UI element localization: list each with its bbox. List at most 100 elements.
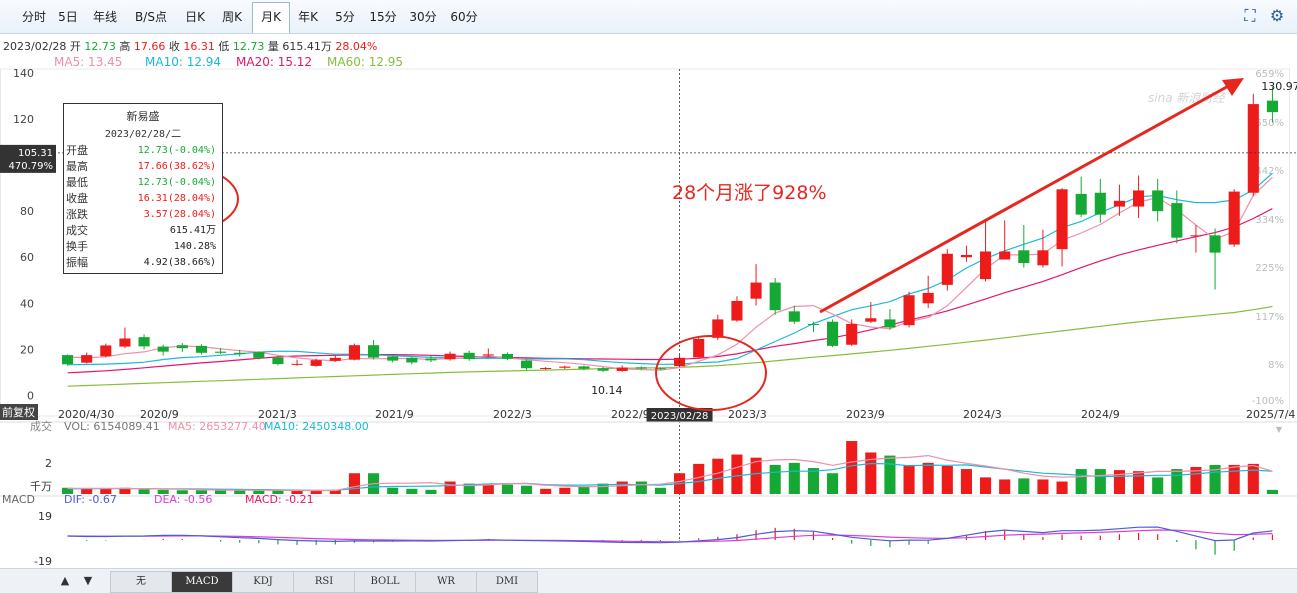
annotation-circle-start [655, 335, 767, 411]
volume-bar [215, 490, 227, 494]
volume-bar [559, 487, 571, 494]
candle-body [215, 351, 227, 353]
candle-body [578, 366, 590, 369]
volume-header-label: 成交 [30, 419, 52, 433]
macd-dif-label: DIF: -0.67 [64, 493, 117, 506]
volume-bar [578, 486, 590, 494]
ma60-line [67, 305, 1273, 387]
volume-bar [960, 469, 972, 494]
macd-dea-label: DEA: -0.56 [154, 493, 212, 506]
volume-bar [348, 473, 360, 494]
min-price-label: 10.14 [591, 384, 623, 397]
indicator-tab-4[interactable]: BOLL [354, 571, 416, 593]
candle-body [1056, 189, 1068, 250]
volume-ma5-label: MA5: 2653277.40 [168, 420, 266, 433]
macd-dif-line [67, 526, 1273, 544]
candle-body [884, 319, 896, 328]
volume-collapse-icon: ▼ [1276, 425, 1283, 434]
volume-bar [540, 488, 552, 494]
volume-bar [501, 484, 513, 494]
volume-bar [903, 464, 915, 494]
candle-body [731, 300, 743, 321]
candle-body [119, 338, 131, 347]
candle-body [348, 345, 360, 360]
ma5-line [67, 176, 1273, 371]
candle-body [999, 251, 1011, 260]
candle-body [195, 345, 207, 353]
y-tick-label: 20 [20, 343, 34, 356]
ohlc-tooltip: 新易盛 2023/02/28/二 开盘 12.73(-0.04%) 最高 17.66(… [63, 103, 223, 274]
volume-bar [138, 489, 150, 494]
nav-down-button[interactable]: ▼ [80, 572, 96, 590]
indicator-bar: ▲ ▼ 无 MACD KDJ RSI BOLL WR DMI [0, 568, 1297, 593]
indicator-tab-2[interactable]: KDJ [232, 571, 294, 593]
volume-axis-unit: 千万 [30, 480, 52, 493]
candle-body [291, 363, 303, 365]
volume-bar [788, 462, 800, 494]
pct-tick-label: 117% [1255, 312, 1284, 323]
volume-bar [980, 477, 992, 494]
indicator-tab-3[interactable]: RSI [293, 571, 355, 593]
max-price-label: 130.97 [1261, 80, 1297, 93]
volume-bar [827, 473, 839, 494]
volume-bar [1018, 478, 1030, 494]
candle-body [138, 337, 150, 347]
candle-body [903, 295, 915, 326]
candle-body [980, 251, 992, 280]
volume-bar [999, 479, 1011, 494]
candle-body [1190, 235, 1202, 237]
macd-dea-line [67, 529, 1273, 543]
tooltip-row-label: 换手 [66, 240, 88, 253]
volume-ma5-line [67, 454, 1273, 492]
pct-tick-label: 225% [1255, 263, 1284, 274]
candle-body [941, 253, 953, 285]
volume-bar [425, 489, 437, 494]
volume-bar [941, 465, 953, 494]
indicator-tab-1[interactable]: MACD [171, 571, 233, 593]
volume-bar [616, 481, 628, 494]
tooltip-row: 开盘 12.73(-0.04%) [66, 143, 218, 158]
candle-body [827, 321, 839, 346]
kline-chart[interactable]: 140120100806040200659%550%442%334%225%11… [0, 0, 1297, 592]
indicator-tab-0[interactable]: 无 [110, 571, 172, 593]
volume-bar [1266, 489, 1278, 494]
candle-body [463, 352, 475, 360]
indicator-tab-5[interactable]: WR [415, 571, 477, 593]
candle-body [1171, 203, 1183, 238]
tooltip-row-value: 16.31(28.04%) [137, 193, 216, 204]
tooltip-row-label: 最高 [66, 160, 88, 173]
annotation-text: 28个月涨了928% [672, 182, 827, 204]
volume-vol-label: VOL: 6154089.41 [64, 420, 160, 433]
candle-body [559, 366, 571, 368]
candle-body [368, 345, 380, 358]
candle-body [272, 357, 284, 365]
nav-up-button[interactable]: ▲ [57, 572, 73, 590]
candle-body [444, 353, 456, 360]
volume-ma10-label: MA10: 2450348.00 [264, 420, 369, 433]
pct-tick-label: 550% [1255, 118, 1284, 129]
y-tick-label: 0 [27, 389, 34, 402]
volume-bar [1037, 479, 1049, 494]
x-tick-label: 2022/3 [493, 408, 532, 421]
tooltip-row-label: 振幅 [66, 256, 88, 269]
x-tick-label: 2021/9 [375, 408, 414, 421]
rehab-label: 前复权 [2, 405, 35, 419]
tooltip-row-label: 开盘 [66, 144, 88, 157]
candle-body [1094, 192, 1106, 215]
candle-body [253, 352, 265, 358]
volume-bar [712, 458, 724, 494]
tooltip-row-value: 4.92(38.66%) [143, 257, 216, 268]
volume-bar [1133, 471, 1145, 494]
indicator-tab-6[interactable]: DMI [476, 571, 538, 593]
volume-bar [1228, 464, 1240, 494]
tooltip-row: 振幅 4.92(38.66%) [66, 255, 218, 270]
candle-body [750, 282, 762, 299]
candle-body [329, 357, 341, 361]
tooltip-date: 2023/02/28/二 [104, 129, 182, 140]
macd-value-label: MACD: -0.21 [245, 493, 314, 506]
tooltip-row: 收盘 16.31(28.04%) [66, 191, 218, 206]
candle-body [1209, 235, 1221, 253]
candle-body [1037, 250, 1049, 266]
candle-body [1228, 191, 1240, 245]
candle-body [597, 368, 609, 371]
